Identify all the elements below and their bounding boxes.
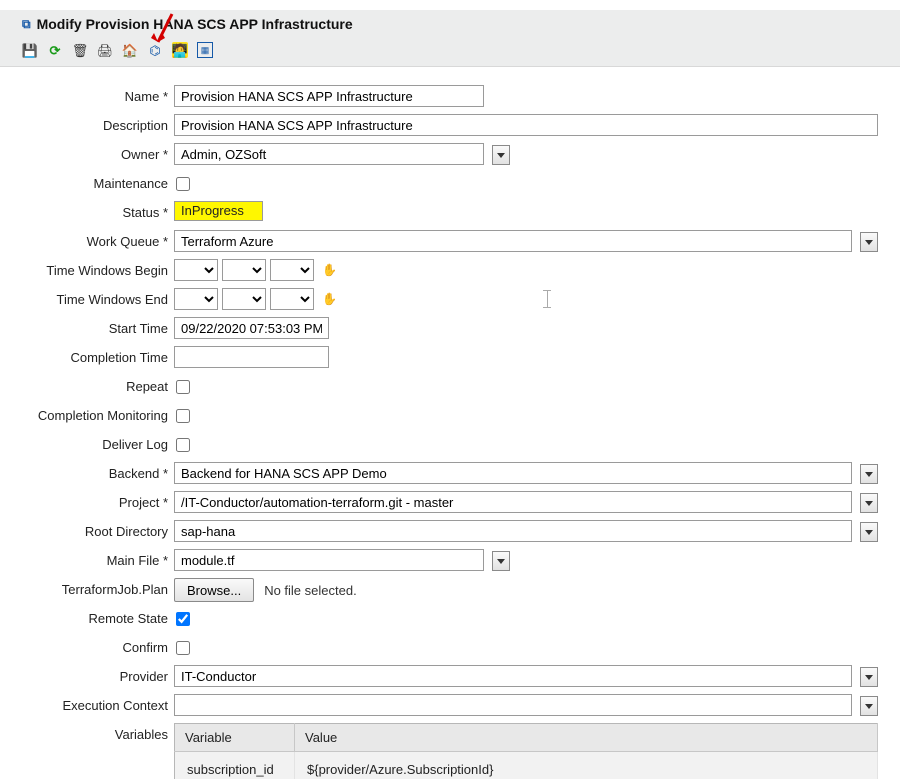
label-start-time: Start Time [10, 317, 174, 336]
backend-dropdown-icon[interactable] [860, 464, 878, 484]
remote-state-checkbox[interactable] [176, 612, 190, 626]
grid-icon[interactable]: ▦ [197, 42, 213, 58]
variable-value-cell: ${provider/Azure.SubscriptionId} [295, 752, 878, 779]
label-main-file: Main File [10, 549, 174, 568]
label-maintenance: Maintenance [10, 172, 174, 191]
exec-ctx-dropdown-icon[interactable] [860, 696, 878, 716]
project-input[interactable] [174, 491, 852, 513]
home-icon[interactable]: 🏠 [122, 42, 138, 58]
label-owner: Owner [10, 143, 174, 162]
tw-end-sel-3[interactable] [270, 288, 314, 310]
label-tw-end: Time Windows End [10, 288, 174, 307]
start-time-input[interactable] [174, 317, 329, 339]
provider-dropdown-icon[interactable] [860, 667, 878, 687]
window-title: Modify Provision HANA SCS APP Infrastruc… [37, 16, 353, 32]
col-variable[interactable]: Variable [175, 724, 295, 752]
table-row[interactable]: subscription_id${provider/Azure.Subscrip… [175, 752, 878, 779]
confirm-checkbox[interactable] [176, 641, 190, 655]
repeat-checkbox[interactable] [176, 380, 190, 394]
label-work-queue: Work Queue [10, 230, 174, 249]
refresh-icon[interactable]: ⟳ [47, 42, 63, 58]
label-tw-begin: Time Windows Begin [10, 259, 174, 278]
label-description: Description [10, 114, 174, 133]
label-deliver-log: Deliver Log [10, 433, 174, 452]
workflow-icon: ⧉ [22, 18, 31, 30]
label-name: Name [10, 85, 174, 104]
label-completion-time: Completion Time [10, 346, 174, 365]
label-status: Status [10, 201, 174, 220]
variable-name-cell: subscription_id [175, 752, 295, 779]
main-file-input[interactable] [174, 549, 484, 571]
deliver-log-checkbox[interactable] [176, 438, 190, 452]
work-queue-dropdown-icon[interactable] [860, 232, 878, 252]
run-icon[interactable]: 🧑‍💻 [172, 42, 188, 58]
browse-button[interactable]: Browse... [174, 578, 254, 602]
label-confirm: Confirm [10, 636, 174, 655]
label-exec-ctx: Execution Context [10, 694, 174, 713]
completion-monitoring-checkbox[interactable] [176, 409, 190, 423]
tw-end-sel-2[interactable] [222, 288, 266, 310]
clear-tw-end-icon[interactable]: ✋ [318, 292, 337, 306]
tw-begin-sel-2[interactable] [222, 259, 266, 281]
root-directory-input[interactable] [174, 520, 852, 542]
label-remote-state: Remote State [10, 607, 174, 626]
modify-provision-window: ⧉ Modify Provision HANA SCS APP Infrastr… [0, 0, 900, 779]
col-value[interactable]: Value [295, 724, 878, 752]
label-completion-monitoring: Completion Monitoring [10, 404, 174, 423]
main-file-dropdown-icon[interactable] [492, 551, 510, 571]
label-repeat: Repeat [10, 375, 174, 394]
label-variables: Variables [10, 723, 174, 742]
project-dropdown-icon[interactable] [860, 493, 878, 513]
description-input[interactable] [174, 114, 878, 136]
save-icon[interactable]: 💾 [22, 42, 38, 58]
work-queue-input[interactable] [174, 230, 852, 252]
label-root-directory: Root Directory [10, 520, 174, 539]
root-directory-dropdown-icon[interactable] [860, 522, 878, 542]
owner-input[interactable] [174, 143, 484, 165]
toolbar: 💾 ⟳ 🗑 🖨 🏠 ⌬ 🧑‍💻 ▦ [0, 38, 900, 67]
backend-input[interactable] [174, 462, 852, 484]
status-value: InProgress [174, 201, 263, 221]
completion-time-input[interactable] [174, 346, 329, 368]
plan-file-status: No file selected. [258, 583, 357, 598]
delete-icon[interactable]: 🗑 [72, 42, 88, 58]
label-plan: TerraformJob.Plan [10, 578, 174, 597]
label-provider: Provider [10, 665, 174, 684]
print-icon[interactable]: 🖨 [97, 42, 113, 58]
form-body: Name Description Owner Maintenance Statu… [0, 67, 900, 779]
window-title-bar: ⧉ Modify Provision HANA SCS APP Infrastr… [0, 10, 900, 38]
name-input[interactable] [174, 85, 484, 107]
tw-begin-sel-1[interactable] [174, 259, 218, 281]
provider-input[interactable] [174, 665, 852, 687]
owner-dropdown-icon[interactable] [492, 145, 510, 165]
hierarchy-icon[interactable]: ⌬ [147, 42, 163, 58]
tw-begin-sel-3[interactable] [270, 259, 314, 281]
clear-tw-begin-icon[interactable]: ✋ [318, 263, 337, 277]
maintenance-checkbox[interactable] [176, 177, 190, 191]
label-backend: Backend [10, 462, 174, 481]
tw-end-sel-1[interactable] [174, 288, 218, 310]
exec-ctx-input[interactable] [174, 694, 852, 716]
variables-table: Variable Value subscription_id${provider… [174, 723, 878, 779]
label-project: Project [10, 491, 174, 510]
